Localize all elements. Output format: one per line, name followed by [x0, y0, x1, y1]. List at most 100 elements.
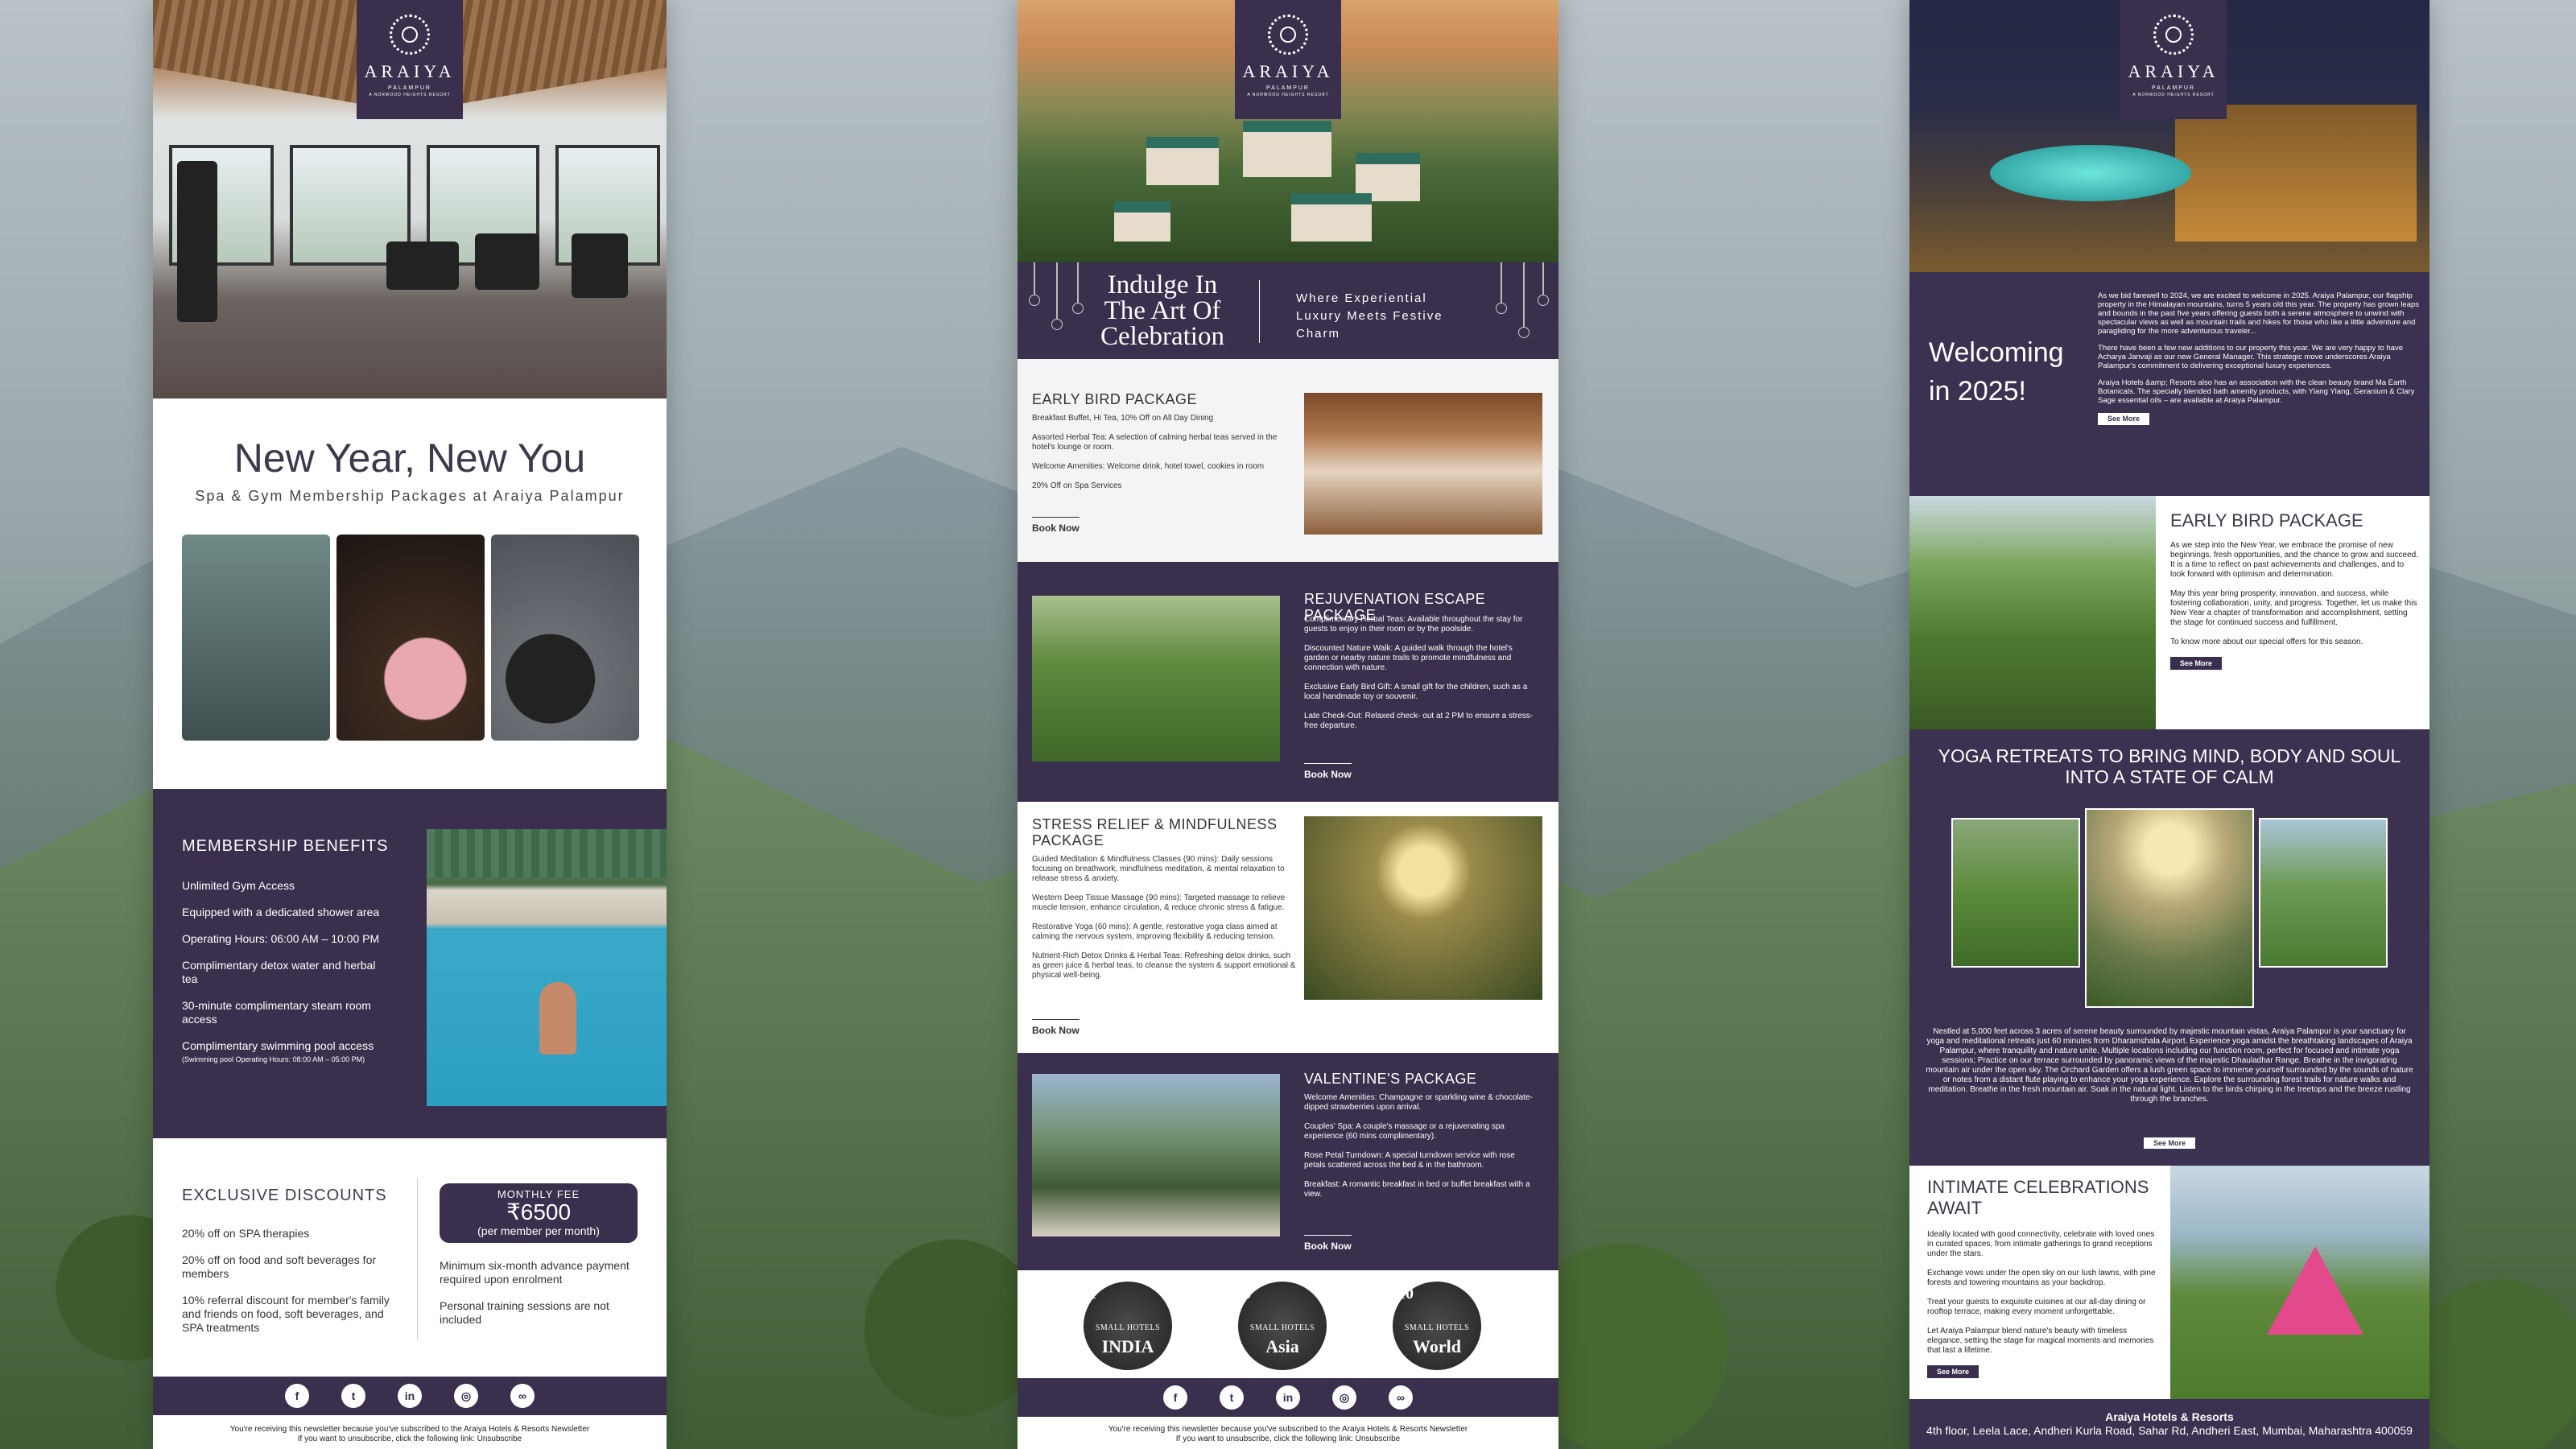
- see-more-button[interactable]: See More: [1927, 1365, 1979, 1378]
- package-title: EARLY BIRD PACKAGE: [1032, 391, 1198, 407]
- package-line: Welcome Amenities: Welcome drink, hotel …: [1032, 462, 1265, 471]
- section-paragraph: Ideally located with good connectivity, …: [1927, 1230, 2155, 1258]
- section-paragraph: To know more about our special offers fo…: [2170, 638, 2363, 646]
- package-line: Breakfast Buffet, Hi Tea, 10% Off on All…: [1032, 414, 1214, 423]
- see-more-button[interactable]: See More: [2098, 413, 2150, 425]
- section-paragraph: Let Araiya Palampur blend nature's beaut…: [1927, 1327, 2154, 1355]
- stress-relief-section: STRESS RELIEF & MINDFULNESS PACKAGE Guid…: [1018, 802, 1558, 1053]
- garden-celebration-image: [2170, 1166, 2429, 1399]
- social-bar: f t in ◎ ∞: [1018, 1378, 1558, 1417]
- rejuvenation-section: REJUVENATION ESCAPE PACKAGE Complimentar…: [1018, 562, 1558, 802]
- company-address: 4th floor, Leela Lace, Andheri Kurla Roa…: [1926, 1424, 2413, 1437]
- gym-trainer-image: [182, 535, 330, 741]
- unsubscribe-note: You're receiving this newsletter because…: [1018, 1425, 1558, 1444]
- book-now-link[interactable]: Book Now: [1032, 517, 1080, 534]
- newsletter-celebration: ARAIYA PALAMPUR A NORWOOD HEIGHTS RESORT…: [1018, 0, 1558, 1449]
- valentines-section: VALENTINE'S PACKAGE Welcome Amenities: C…: [1018, 1053, 1558, 1270]
- package-line: Complimentary Herbal Teas: Available thr…: [1304, 615, 1523, 634]
- twitter-icon[interactable]: t: [1220, 1385, 1244, 1410]
- book-now-link[interactable]: Book Now: [1304, 763, 1352, 780]
- banner-headline: Indulge In The Art Of Celebration: [1100, 270, 1224, 351]
- company-footer: Araiya Hotels & Resorts 4th floor, Leela…: [1909, 1399, 2429, 1449]
- yoga-image: [1304, 816, 1542, 1000]
- tripadvisor-icon[interactable]: ∞: [510, 1384, 535, 1408]
- yoga-image: [1951, 818, 2080, 968]
- lantern-decoration: [1072, 262, 1084, 314]
- early-bird-section: EARLY BIRD PACKAGE Breakfast Buffet, Hi …: [1018, 359, 1558, 562]
- social-bar: f t in ◎ ∞: [153, 1377, 667, 1415]
- discounts-heading: EXCLUSIVE DISCOUNTS: [182, 1187, 387, 1204]
- discount-item: 20% off on food and soft beverages for m…: [182, 1253, 377, 1280]
- newsletter-welcome-2025: ARAIYA PALAMPUR A NORWOOD HEIGHTS RESORT…: [1909, 0, 2429, 1449]
- package-line: Exclusive Early Bird Gift: A small gift …: [1304, 683, 1528, 701]
- package-title: STRESS RELIEF & MINDFULNESS PACKAGE: [1032, 816, 1278, 848]
- linkedin-icon[interactable]: in: [398, 1384, 422, 1408]
- package-line: Rose Petal Turndown: A special turndown …: [1304, 1151, 1515, 1170]
- benefit-item: 30-minute complimentary steam room acces…: [182, 999, 371, 1026]
- package-line: Couples' Spa: A couple's massage or a re…: [1304, 1122, 1505, 1141]
- celebration-banner: Indulge In The Art Of Celebration Where …: [1018, 262, 1558, 359]
- mountain-trees-image: [1909, 496, 2156, 729]
- newsletter-spa-gym: ARAIYA PALAMPUR A NORWOOD HEIGHTS RESORT…: [153, 0, 667, 1449]
- lantern-decoration: [1538, 262, 1549, 306]
- package-line: Breakfast: A romantic breakfast in bed o…: [1304, 1180, 1530, 1199]
- awards-section: #1 SMALL HOTELS INDIA #3 SMALL HOTELS As…: [1018, 1270, 1558, 1378]
- section-title: INTIMATE CELEBRATIONS AWAIT: [1927, 1177, 2149, 1218]
- lantern-decoration: [1496, 262, 1507, 314]
- facebook-icon[interactable]: f: [1163, 1385, 1187, 1410]
- swimming-pool-image: [427, 829, 667, 1106]
- welcome-paragraph: Araiya Hotels &amp; Resorts also has an …: [2098, 378, 2415, 405]
- package-line: Assorted Herbal Tea: A selection of calm…: [1032, 433, 1278, 452]
- section-title: EARLY BIRD PACKAGE: [2170, 510, 2363, 530]
- welcome-paragraph: There have been a few new additions to o…: [2098, 344, 2403, 370]
- lantern-decoration: [1029, 262, 1040, 306]
- twitter-icon[interactable]: t: [341, 1384, 365, 1408]
- see-more-button[interactable]: See More: [2143, 1137, 2196, 1149]
- araiya-logo[interactable]: ARAIYA PALAMPUR A NORWOOD HEIGHTS RESORT: [1235, 0, 1341, 119]
- facebook-icon[interactable]: f: [285, 1384, 309, 1408]
- section-paragraph: Treat your guests to exquisite cuisines …: [1927, 1298, 2146, 1316]
- tripadvisor-icon[interactable]: ∞: [1389, 1385, 1413, 1410]
- pool-hours-note: (Swimming pool Operating Hours: 08:00 AM…: [182, 1055, 365, 1063]
- benefits-heading: MEMBERSHIP BENEFITS: [182, 837, 389, 855]
- welcome-heading: Welcoming in 2025!: [1929, 337, 2064, 407]
- membership-benefits-section: MEMBERSHIP BENEFITS Unlimited Gym Access…: [153, 789, 667, 1138]
- yoga-retreat-section: YOGA RETREATS TO BRING MIND, BODY AND SO…: [1909, 729, 2429, 1166]
- unsubscribe-link[interactable]: If you want to unsubscribe, click the fo…: [1018, 1435, 1558, 1444]
- welcome-section: Welcoming in 2025! As we bid farewell to…: [1909, 272, 2429, 496]
- terrace-image: [1032, 1074, 1280, 1236]
- package-line: 20% Off on Spa Services: [1032, 481, 1122, 490]
- lantern-decoration: [1051, 262, 1063, 330]
- fee-note: Minimum six-month advance payment requir…: [440, 1259, 630, 1286]
- award-badge-india: #1 SMALL HOTELS INDIA: [1080, 1282, 1172, 1370]
- instagram-icon[interactable]: ◎: [1332, 1385, 1356, 1410]
- lantern-decoration: [1518, 262, 1530, 338]
- book-now-link[interactable]: Book Now: [1032, 1019, 1080, 1036]
- araiya-logo[interactable]: ARAIYA PALAMPUR A NORWOOD HEIGHTS RESORT: [2120, 0, 2227, 119]
- yoga-image: [2259, 818, 2388, 968]
- early-bird-section: EARLY BIRD PACKAGE As we step into the N…: [1909, 496, 2429, 729]
- section-paragraph: Exchange vows under the open sky on our …: [1927, 1269, 2156, 1287]
- araiya-logo[interactable]: ARAIYA PALAMPUR A NORWOOD HEIGHTS RESORT: [357, 0, 463, 119]
- tea-garden-image: [1032, 596, 1280, 762]
- package-line: Restorative Yoga (60 mins): A gentle, re…: [1032, 923, 1278, 941]
- book-now-link[interactable]: Book Now: [1304, 1235, 1352, 1252]
- benefit-item: Equipped with a dedicated shower area: [182, 906, 380, 919]
- yoga-description: Nestled at 5,000 feet across 3 acres of …: [1926, 1027, 2413, 1104]
- divider: [417, 1179, 418, 1340]
- page-title: New Year, New You: [233, 436, 586, 481]
- detox-drink-image: [336, 535, 485, 741]
- page-subtitle: Spa & Gym Membership Packages at Araiya …: [195, 488, 625, 504]
- weightlifting-image: [491, 535, 639, 741]
- benefit-item: Complimentary detox water and herbal tea: [182, 959, 376, 985]
- fee-note: Personal training sessions are not inclu…: [440, 1299, 609, 1326]
- linkedin-icon[interactable]: in: [1276, 1385, 1300, 1410]
- section-paragraph: As we step into the New Year, we embrace…: [2170, 541, 2418, 579]
- unsubscribe-link[interactable]: If you want to unsubscribe, click the fo…: [153, 1435, 667, 1444]
- package-line: Discounted Nature Walk: A guided walk th…: [1304, 644, 1513, 672]
- see-more-button[interactable]: See More: [2170, 657, 2223, 670]
- yoga-image: [2085, 808, 2254, 1008]
- package-line: Nutrient-Rich Detox Drinks & Herbal Teas…: [1032, 952, 1296, 980]
- section-paragraph: May this year bring prosperity, innovati…: [2170, 589, 2417, 627]
- instagram-icon[interactable]: ◎: [454, 1384, 478, 1408]
